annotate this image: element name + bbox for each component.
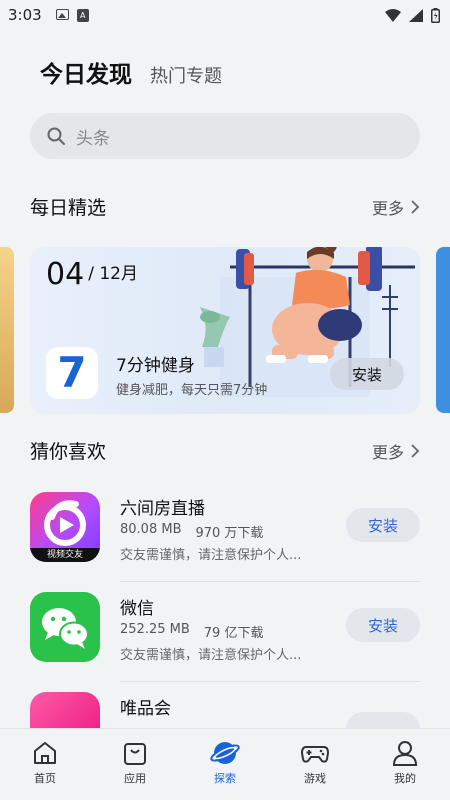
fitness-app-icon-glyph: 7 xyxy=(57,348,87,397)
app-size: 80.08 MB xyxy=(120,522,182,537)
bottom-nav: 首页 应用 探索 游戏 我的 xyxy=(0,728,450,800)
carousel-next-card[interactable] xyxy=(436,247,450,413)
list-item-liujianfang[interactable]: 视频交友 六间房直播 80.08 MB 970 万下载 交友需谨慎，请注意保护个… xyxy=(30,492,420,582)
guess-header: 猜你喜欢 更多 xyxy=(30,437,420,464)
guess-title: 猜你喜欢 xyxy=(30,441,107,463)
chevron-right-icon xyxy=(411,443,420,458)
daily-pick-header: 每日精选 更多 xyxy=(30,193,420,220)
divider xyxy=(120,681,420,682)
nav-item-apps[interactable]: 应用 xyxy=(90,729,180,800)
app-warning: 交友需谨慎，请注意保护个人... xyxy=(120,648,302,663)
home-icon xyxy=(34,742,56,764)
app-downloads: 79 亿下载 xyxy=(203,626,264,641)
featured-date: 04 / 12月 xyxy=(46,257,138,292)
featured-day: 04 xyxy=(46,257,85,292)
app-warning: 交友需谨慎，请注意保护个人... xyxy=(120,548,302,563)
signal-icon xyxy=(409,8,423,22)
app-name: 六间房直播 xyxy=(120,499,205,519)
status-right xyxy=(385,7,440,23)
install-button[interactable]: 安装 xyxy=(346,608,420,642)
image-notification-icon xyxy=(55,8,69,20)
tab-today-discover[interactable]: 今日发现 xyxy=(40,55,132,89)
more-label: 更多 xyxy=(371,442,404,462)
app-size: 252.25 MB xyxy=(120,622,190,637)
daily-pick-title: 每日精选 xyxy=(30,197,107,219)
planet-icon xyxy=(210,742,240,764)
battery-icon xyxy=(431,7,440,23)
daily-pick-more-button[interactable]: 更多 xyxy=(372,195,420,219)
featured-month: / 12月 xyxy=(88,264,138,284)
fitness-app-icon[interactable]: 7 xyxy=(46,347,98,399)
guess-more-button[interactable]: 更多 xyxy=(372,439,420,463)
top-tabs: 今日发现 热门专题 xyxy=(40,55,222,89)
notification-icons: A xyxy=(55,8,89,22)
gamepad-icon xyxy=(300,746,330,763)
nav-label: 应用 xyxy=(124,772,146,785)
status-time: 3:03 xyxy=(8,6,42,24)
app-notification-icon: A xyxy=(76,8,89,22)
featured-app-card[interactable]: 04 / 12月 7 7分钟健身 健身减肥，每天只需7分钟 安装 xyxy=(30,247,420,414)
nav-label: 游戏 xyxy=(304,772,326,785)
divider xyxy=(120,581,420,582)
nav-item-games[interactable]: 游戏 xyxy=(270,729,360,800)
nav-item-explore[interactable]: 探索 xyxy=(180,729,270,800)
more-label: 更多 xyxy=(371,198,404,218)
install-button[interactable]: 安装 xyxy=(346,508,420,542)
search-icon xyxy=(47,127,65,145)
tab-hot-topics[interactable]: 热门专题 xyxy=(150,62,222,88)
featured-app-desc: 健身减肥，每天只需7分钟 xyxy=(116,383,268,398)
liujianfang-app-icon: 视频交友 xyxy=(30,492,100,562)
wifi-icon xyxy=(385,8,401,22)
featured-app-name: 7分钟健身 xyxy=(116,356,195,376)
list-item-wechat[interactable]: 微信 252.25 MB 79 亿下载 交友需谨慎，请注意保护个人... 安装 xyxy=(30,592,420,682)
search-placeholder: 头条 xyxy=(76,128,110,149)
wechat-app-icon xyxy=(30,592,100,662)
status-bar: 3:03 A xyxy=(0,0,450,30)
carousel-prev-card[interactable] xyxy=(0,247,14,413)
bag-icon xyxy=(124,743,146,765)
app-name: 唯品会 xyxy=(120,699,171,719)
search-input[interactable]: 头条 xyxy=(30,113,420,159)
app-name: 微信 xyxy=(120,599,154,619)
person-icon xyxy=(392,741,418,766)
nav-label: 探索 xyxy=(214,772,236,785)
nav-item-home[interactable]: 首页 xyxy=(0,729,90,800)
featured-month-text: 12月 xyxy=(99,264,138,284)
app-downloads: 970 万下载 xyxy=(195,526,264,541)
liujianfang-icon-caption: 视频交友 xyxy=(46,550,83,560)
app-meta: 252.25 MB 79 亿下载 xyxy=(120,622,263,641)
chevron-right-icon xyxy=(411,199,420,214)
nav-item-mine[interactable]: 我的 xyxy=(360,729,450,800)
featured-install-button[interactable]: 安装 xyxy=(330,358,404,390)
wechat-logo-icon xyxy=(42,608,89,649)
app-meta: 80.08 MB 970 万下载 xyxy=(120,522,263,541)
nav-label: 我的 xyxy=(394,772,416,785)
nav-label: 首页 xyxy=(34,772,56,785)
